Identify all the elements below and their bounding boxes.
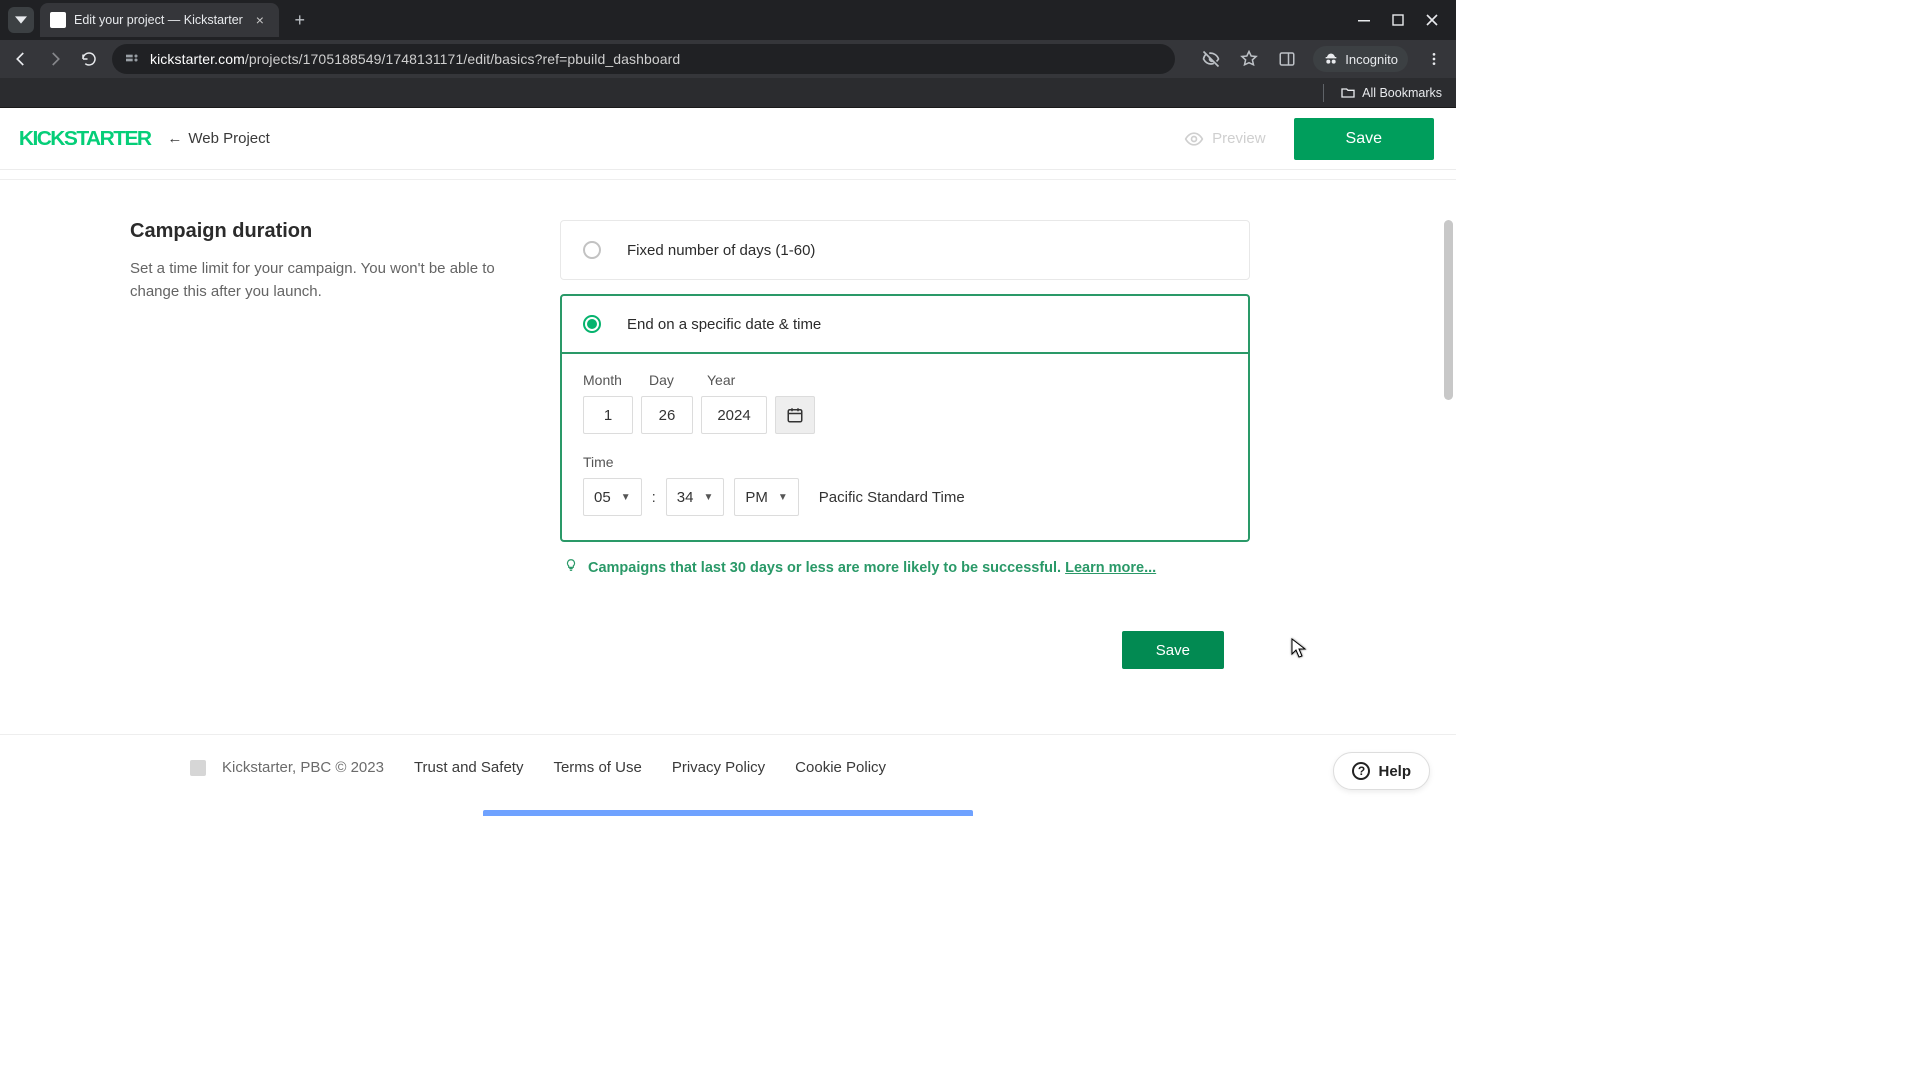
main-content: Campaign duration Set a time limit for y… bbox=[0, 180, 1456, 669]
label-day: Day bbox=[649, 372, 689, 388]
radio-unchecked-icon[interactable] bbox=[583, 241, 601, 259]
minimize-icon[interactable] bbox=[1358, 14, 1370, 26]
eye-icon bbox=[1184, 129, 1204, 149]
address-bar[interactable]: kickstarter.com/projects/1705188549/1748… bbox=[112, 44, 1175, 74]
learn-more-link[interactable]: Learn more... bbox=[1065, 560, 1156, 576]
save-button[interactable]: Save bbox=[1294, 118, 1434, 160]
address-bar-row: kickstarter.com/projects/1705188549/1748… bbox=[0, 40, 1456, 78]
footer-link-cookie[interactable]: Cookie Policy bbox=[795, 759, 886, 776]
year-input[interactable]: 2024 bbox=[701, 396, 767, 434]
time-inputs: 05 ▼ : 34 ▼ PM ▼ Pacific Standard Time bbox=[583, 478, 1227, 516]
divider bbox=[1323, 84, 1324, 102]
ampm-select[interactable]: PM ▼ bbox=[734, 478, 798, 516]
section-subtitle: Set a time limit for your campaign. You … bbox=[130, 257, 500, 304]
calendar-icon bbox=[786, 406, 804, 424]
duration-options: Fixed number of days (1-60) End on a spe… bbox=[560, 220, 1250, 669]
footer-link-terms[interactable]: Terms of Use bbox=[553, 759, 641, 776]
footer-logo-icon bbox=[190, 760, 206, 776]
tab-title: Edit your project — Kickstarter bbox=[74, 13, 243, 27]
close-tab-icon[interactable]: × bbox=[251, 12, 269, 28]
eye-off-icon[interactable] bbox=[1199, 47, 1223, 71]
minute-select[interactable]: 34 ▼ bbox=[666, 478, 725, 516]
help-icon: ? bbox=[1352, 762, 1370, 780]
tip-row: Campaigns that last 30 days or less are … bbox=[560, 558, 1250, 577]
preview-button[interactable]: Preview bbox=[1184, 129, 1265, 149]
side-panel-icon[interactable] bbox=[1275, 47, 1299, 71]
lightbulb-icon bbox=[564, 558, 578, 577]
new-tab-button[interactable]: + bbox=[291, 10, 309, 31]
calendar-button[interactable] bbox=[775, 396, 815, 434]
date-labels: Month Day Year bbox=[583, 372, 1227, 388]
date-inputs: 1 26 2024 bbox=[583, 396, 1227, 434]
chevron-down-icon: ▼ bbox=[703, 492, 713, 503]
bookmarks-bar: All Bookmarks bbox=[0, 78, 1456, 108]
url-text: kickstarter.com/projects/1705188549/1748… bbox=[150, 51, 680, 67]
section-description: Campaign duration Set a time limit for y… bbox=[130, 220, 560, 669]
time-colon: : bbox=[652, 489, 656, 506]
help-button[interactable]: ? Help bbox=[1333, 752, 1430, 790]
footer-link-trust[interactable]: Trust and Safety bbox=[414, 759, 524, 776]
maximize-icon[interactable] bbox=[1392, 14, 1404, 26]
option-fixed-label: Fixed number of days (1-60) bbox=[627, 242, 815, 259]
back-button[interactable] bbox=[10, 48, 32, 70]
label-year: Year bbox=[707, 372, 767, 388]
month-input[interactable]: 1 bbox=[583, 396, 633, 434]
tab-strip: Edit your project — Kickstarter × + bbox=[0, 0, 1456, 40]
label-month: Month bbox=[583, 372, 631, 388]
loading-bar bbox=[483, 810, 973, 816]
tab-search-dropdown[interactable] bbox=[8, 7, 34, 33]
bookmark-star-icon[interactable] bbox=[1237, 47, 1261, 71]
app-header: KICKSTARTER ← Web Project Preview Save bbox=[0, 108, 1456, 170]
option-fixed-days[interactable]: Fixed number of days (1-60) bbox=[560, 220, 1250, 280]
back-arrow-icon: ← bbox=[167, 130, 182, 147]
page: KICKSTARTER ← Web Project Preview Save Ca… bbox=[0, 108, 1456, 816]
chevron-down-icon: ▼ bbox=[621, 492, 631, 503]
site-info-icon[interactable] bbox=[124, 50, 140, 69]
kebab-menu-icon[interactable] bbox=[1422, 47, 1446, 71]
footer-link-privacy[interactable]: Privacy Policy bbox=[672, 759, 765, 776]
kickstarter-logo[interactable]: KICKSTARTER bbox=[22, 129, 147, 149]
incognito-badge[interactable]: Incognito bbox=[1313, 46, 1408, 72]
save-button-bottom[interactable]: Save bbox=[1122, 631, 1224, 669]
browser-chrome: Edit your project — Kickstarter × + kick… bbox=[0, 0, 1456, 108]
breadcrumb[interactable]: ← Web Project bbox=[167, 130, 269, 147]
section-title: Campaign duration bbox=[130, 220, 500, 243]
option-end-label: End on a specific date & time bbox=[627, 316, 821, 333]
all-bookmarks-button[interactable]: All Bookmarks bbox=[1340, 85, 1442, 101]
tip-text: Campaigns that last 30 days or less are … bbox=[588, 560, 1156, 576]
copyright: Kickstarter, PBC © 2023 bbox=[222, 759, 384, 776]
window-controls bbox=[1358, 14, 1448, 26]
end-date-panel: Month Day Year 1 26 2024 Time 05 ▼ bbox=[560, 352, 1250, 542]
favicon-icon bbox=[50, 12, 66, 28]
scrollbar[interactable] bbox=[1444, 220, 1453, 400]
chevron-down-icon: ▼ bbox=[778, 492, 788, 503]
hour-select[interactable]: 05 ▼ bbox=[583, 478, 642, 516]
radio-checked-icon[interactable] bbox=[583, 315, 601, 333]
timezone-label: Pacific Standard Time bbox=[819, 489, 965, 506]
forward-button[interactable] bbox=[44, 48, 66, 70]
preview-label: Preview bbox=[1212, 130, 1265, 147]
close-window-icon[interactable] bbox=[1426, 14, 1438, 26]
footer: Kickstarter, PBC © 2023 Trust and Safety… bbox=[0, 734, 1456, 776]
day-input[interactable]: 26 bbox=[641, 396, 693, 434]
option-end-date[interactable]: End on a specific date & time bbox=[560, 294, 1250, 354]
browser-tab[interactable]: Edit your project — Kickstarter × bbox=[40, 3, 279, 37]
reload-button[interactable] bbox=[78, 48, 100, 70]
breadcrumb-label: Web Project bbox=[188, 130, 269, 147]
label-time: Time bbox=[583, 454, 1227, 470]
